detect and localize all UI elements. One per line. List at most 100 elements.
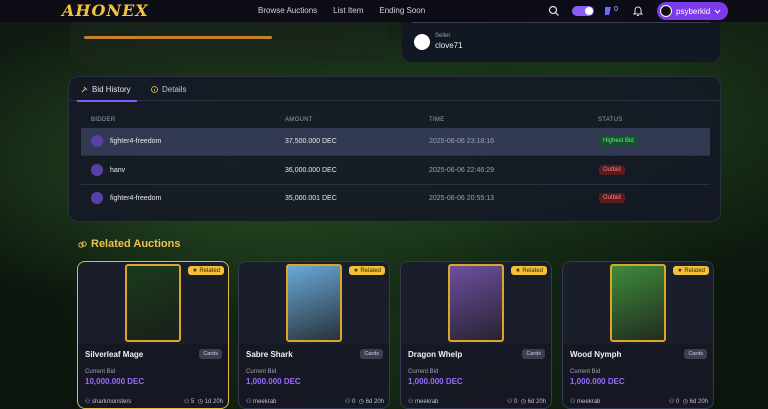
bid-amount: 36,000.000 DEC bbox=[285, 167, 337, 174]
tab-bar: Bid History Details bbox=[69, 77, 720, 102]
theme-toggle[interactable] bbox=[572, 6, 594, 16]
bidder-name[interactable]: fighter4-freedom bbox=[110, 138, 161, 145]
auction-card[interactable]: ★ Related Dragon Whelp Cards Current Bid… bbox=[400, 261, 552, 409]
image-slider[interactable] bbox=[84, 36, 272, 39]
link-icon bbox=[78, 240, 87, 248]
clock-icon: ◷ bbox=[520, 399, 528, 405]
chevron-down-icon bbox=[714, 9, 721, 14]
card-name[interactable]: Wood Nymph bbox=[570, 350, 621, 359]
card-stats: ⚇ 0 ◷ 6d 20h bbox=[345, 398, 384, 405]
tab-details-label: Details bbox=[162, 85, 187, 94]
card-name[interactable]: Sabre Shark bbox=[246, 350, 293, 359]
user-icon: ⚇ bbox=[246, 399, 254, 405]
current-bid-label: Current Bid bbox=[570, 369, 601, 375]
current-bid-price: 10,000.000 DEC bbox=[85, 377, 145, 386]
time-left: 6d 20h bbox=[527, 399, 546, 405]
bidder-name[interactable]: fighter4-freedom bbox=[110, 195, 161, 202]
bid-time: 2025-06-06 20:55:13 bbox=[429, 195, 494, 202]
time-left: 6d 20h bbox=[365, 399, 384, 405]
credits-icon bbox=[605, 7, 611, 15]
bidder-avatar bbox=[91, 164, 103, 176]
main-nav: Browse Auctions List Item Ending Soon bbox=[258, 6, 425, 15]
table-row[interactable]: fighter4-freedom 37,500.000 DEC 2025-06-… bbox=[81, 128, 710, 156]
related-badge-label: Related bbox=[522, 268, 543, 274]
card-stats: ⚇ 0 ◷ 6d 20h bbox=[669, 398, 708, 405]
avatar bbox=[660, 5, 672, 17]
card-name[interactable]: Dragon Whelp bbox=[408, 350, 462, 359]
related-badge: ★ Related bbox=[188, 266, 224, 275]
current-bid-label: Current Bid bbox=[85, 369, 116, 375]
user-icon: ⚇ bbox=[570, 399, 578, 405]
category-badge: Cards bbox=[684, 349, 707, 359]
user-menu-button[interactable]: psyberkid bbox=[657, 2, 728, 20]
top-navbar: AHONEX Browse Auctions List Item Ending … bbox=[0, 0, 768, 22]
username: psyberkid bbox=[676, 6, 711, 16]
card-artwork[interactable] bbox=[286, 264, 342, 342]
tab-details[interactable]: Details bbox=[151, 85, 186, 94]
seller-label: Seller bbox=[435, 33, 451, 39]
related-badge: ★ Related bbox=[511, 266, 547, 275]
nav-ending-soon[interactable]: Ending Soon bbox=[379, 6, 425, 15]
tab-bid-history-label: Bid History bbox=[92, 85, 131, 94]
card-artwork[interactable] bbox=[448, 264, 504, 342]
status-badge: Outbid bbox=[599, 193, 625, 203]
card-seller[interactable]: meekrab bbox=[577, 399, 600, 405]
bell-icon[interactable] bbox=[632, 5, 644, 17]
related-title: Related Auctions bbox=[91, 238, 181, 250]
tab-bid-history[interactable]: Bid History bbox=[77, 85, 137, 102]
card-seller[interactable]: sharkmonsters bbox=[92, 399, 131, 405]
bids-icon: ⚇ bbox=[345, 399, 353, 405]
time-left: 1d 20h bbox=[204, 399, 223, 405]
card-image-area: ★ Related bbox=[401, 262, 551, 344]
auction-card[interactable]: ★ Related Wood Nymph Cards Current Bid 1… bbox=[562, 261, 714, 409]
col-status: STATUS bbox=[598, 117, 623, 123]
card-footer: ⚇ sharkmonsters ⚇ 5 ◷ 1d 20h bbox=[85, 398, 223, 405]
card-image-area: ★ Related bbox=[78, 262, 228, 344]
card-artwork[interactable] bbox=[125, 264, 181, 342]
search-icon[interactable] bbox=[548, 5, 560, 17]
site-logo[interactable]: AHONEX bbox=[62, 1, 149, 20]
related-badge-label: Related bbox=[684, 268, 705, 274]
table-row[interactable]: fighter4-freedom 35,000.001 DEC 2025-06-… bbox=[81, 185, 710, 213]
user-icon: ⚇ bbox=[408, 399, 416, 405]
time-left: 6d 20h bbox=[689, 399, 708, 405]
category-badge: Cards bbox=[522, 349, 545, 359]
bids-icon: ⚇ bbox=[184, 399, 192, 405]
card-artwork[interactable] bbox=[610, 264, 666, 342]
col-amount: AMOUNT bbox=[285, 117, 313, 123]
col-time: TIME bbox=[429, 117, 445, 123]
bidder-name[interactable]: hanv bbox=[110, 167, 125, 174]
nav-list-item[interactable]: List Item bbox=[333, 6, 363, 15]
auction-card[interactable]: ★ Related Sabre Shark Cards Current Bid … bbox=[238, 261, 390, 409]
card-name[interactable]: Silverleaf Mage bbox=[85, 350, 143, 359]
related-badge: ★ Related bbox=[673, 266, 709, 275]
seller-name[interactable]: clove71 bbox=[435, 41, 463, 50]
related-badge-label: Related bbox=[360, 268, 381, 274]
card-seller[interactable]: meekrab bbox=[415, 399, 438, 405]
card-footer: ⚇ meekrab ⚇ 0 ◷ 6d 20h bbox=[246, 398, 384, 405]
category-badge: Cards bbox=[360, 349, 383, 359]
card-footer: ⚇ meekrab ⚇ 0 ◷ 6d 20h bbox=[408, 398, 546, 405]
bid-time: 2025-06-06 23:18:16 bbox=[429, 138, 494, 145]
related-auctions-heading: Related Auctions bbox=[78, 238, 180, 250]
current-bid-price: 1,000.000 DEC bbox=[570, 377, 625, 386]
bids-icon: ⚇ bbox=[507, 399, 515, 405]
current-bid-label: Current Bid bbox=[408, 369, 439, 375]
clock-icon: ◷ bbox=[358, 399, 366, 405]
bid-count: 5 bbox=[191, 399, 195, 405]
clock-icon: ◷ bbox=[197, 399, 205, 405]
gavel-icon bbox=[81, 86, 88, 93]
divider bbox=[412, 22, 710, 23]
bid-time: 2025-06-06 22:46:29 bbox=[429, 167, 494, 174]
bid-count: 0 bbox=[514, 399, 518, 405]
category-badge: Cards bbox=[199, 349, 222, 359]
table-row[interactable]: hanv 36,000.000 DEC 2025-06-06 22:46:29 … bbox=[81, 157, 710, 185]
bid-count: 0 bbox=[676, 399, 680, 405]
clock-icon: ◷ bbox=[682, 399, 690, 405]
bids-icon: ⚇ bbox=[669, 399, 677, 405]
card-stats: ⚇ 0 ◷ 6d 20h bbox=[507, 398, 546, 405]
auction-card[interactable]: ★ Related Silverleaf Mage Cards Current … bbox=[77, 261, 229, 409]
bid-count: 0 bbox=[352, 399, 356, 405]
nav-browse-auctions[interactable]: Browse Auctions bbox=[258, 6, 317, 15]
card-seller[interactable]: meekrab bbox=[253, 399, 276, 405]
